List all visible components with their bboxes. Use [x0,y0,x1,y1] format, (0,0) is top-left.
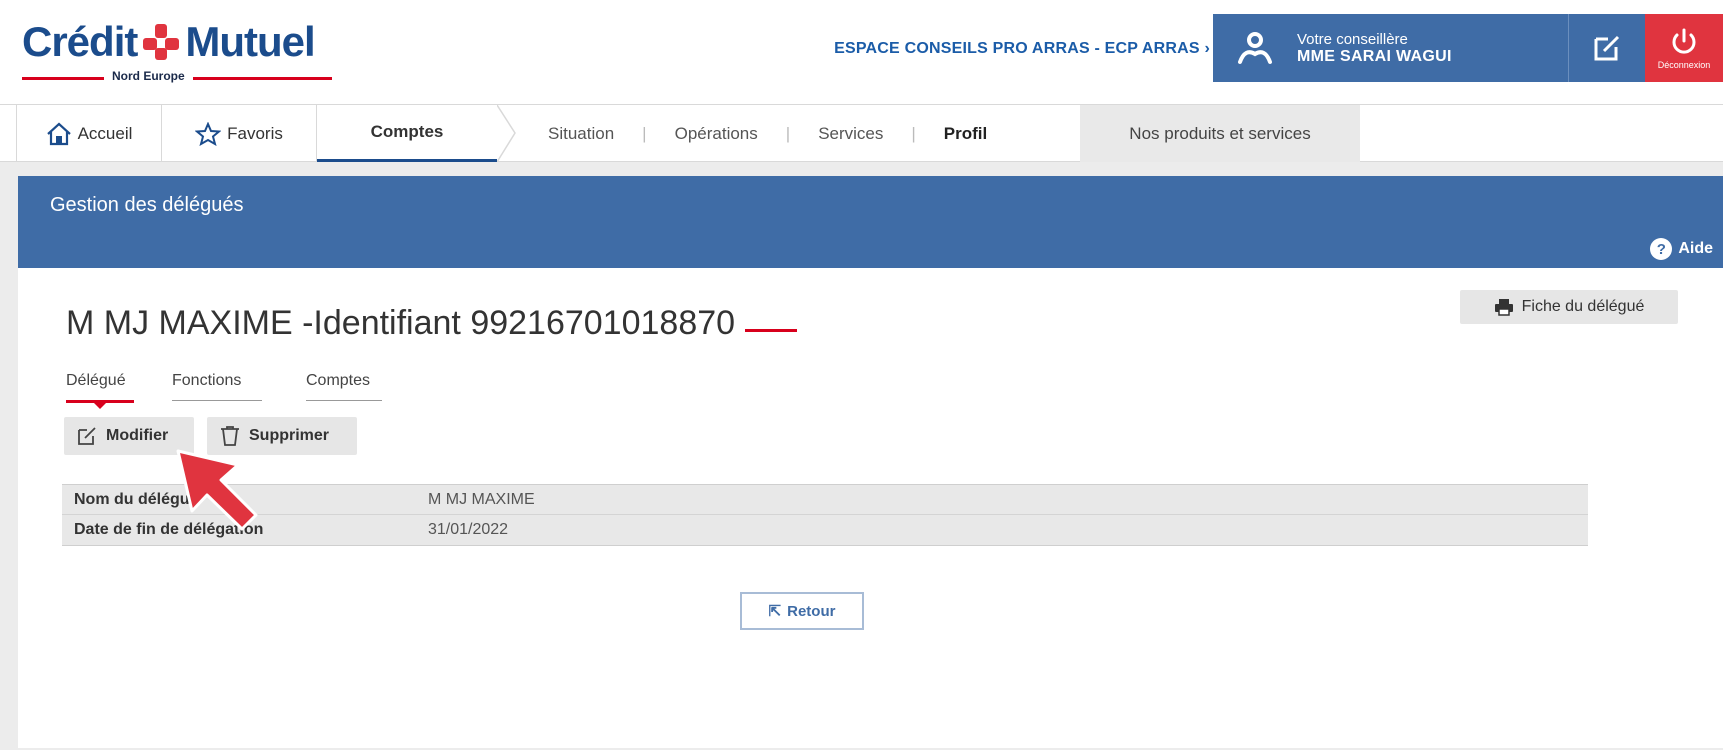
delegate-sheet-label: Fiche du délégué [1521,298,1645,315]
nav-products-services[interactable]: Nos produits et services [1080,105,1360,162]
help-link[interactable]: ? Aide [1650,238,1713,260]
table-row: Nom du délégué M MJ MAXIME [62,485,1588,515]
nav-home[interactable]: Accueil [16,105,162,162]
page-title: Gestion des délégués [50,194,244,216]
logout-label: Déconnexion [1657,60,1711,70]
logo-subtitle: Nord Europe [104,69,193,83]
delegate-heading: M MJ MAXIME -Identifiant 99216701018870 [66,304,798,343]
power-icon [1672,28,1696,54]
nav-favorites-label: Favoris [227,123,283,143]
advisor-panel[interactable]: Votre conseillère MME SARAI WAGUI [1213,14,1568,82]
subnav-services[interactable]: Services [818,124,883,144]
table-row: Date de fin de délégation 31/01/2022 [62,515,1588,545]
subnav-profile[interactable]: Profil [944,124,987,144]
help-label: Aide [1678,240,1713,257]
page-header-band: Gestion des délégués ? Aide [18,176,1723,268]
annotation-arrow-icon [176,449,258,531]
chevron-right-icon: › [1204,40,1210,57]
logo-flower-icon [143,24,180,60]
subnav-operations[interactable]: Opérations [675,124,758,144]
modify-label: Modifier [106,427,169,444]
agency-link-label: ESPACE CONSEILS PRO ARRAS - ECP ARRAS [834,40,1200,57]
logout-button[interactable]: Déconnexion [1645,14,1723,82]
logo-text-right: Mutuel [185,18,315,65]
subnav-situation[interactable]: Situation [548,124,614,144]
nav-arrow-separator [497,105,516,162]
delete-label: Supprimer [249,427,330,444]
delegate-sheet-button[interactable]: Fiche du délégué [1460,290,1678,324]
help-icon: ? [1650,238,1673,260]
nav-accounts[interactable]: Comptes [317,105,497,162]
back-label: Retour [787,602,836,620]
detail-value: 31/01/2022 [428,521,509,538]
header: Crédit Mutuel Nord Europe ESPACE CONSEIL… [0,0,1723,104]
title-accent-line [745,329,798,332]
nav-home-label: Accueil [77,123,133,143]
home-icon [46,122,71,145]
printer-icon [1494,299,1513,316]
message-button[interactable] [1568,14,1645,82]
edit-icon [1594,35,1620,61]
subnav-separator: | [642,123,647,143]
delegate-details-table: Nom du délégué M MJ MAXIME Date de fin d… [62,484,1588,546]
detail-value: M MJ MAXIME [428,490,535,508]
subnav-separator: | [911,123,916,143]
advisor-name: MME SARAI WAGUI [1297,48,1452,65]
back-arrow-icon: ⇱ [768,603,782,620]
active-tab-pointer [93,402,107,409]
tab-delegate[interactable]: Délégué [66,372,134,403]
advisor-label: Votre conseillère [1297,31,1408,48]
agency-link[interactable]: ESPACE CONSEILS PRO ARRAS - ECP ARRAS › [834,40,1210,58]
main-nav: Accueil Favoris Comptes Situation | Opér… [0,104,1723,162]
star-icon [195,121,222,146]
credit-mutuel-logo[interactable]: Crédit Mutuel Nord Europe [22,18,332,88]
advisor-icon [1238,32,1272,64]
back-button[interactable]: ⇱ Retour [740,592,864,630]
subnav-separator: | [785,123,791,143]
nav-favorites[interactable]: Favoris [162,105,317,162]
trash-icon [221,426,239,446]
modify-button[interactable]: Modifier [64,417,194,455]
delegate-heading-text: M MJ MAXIME -Identifiant 99216701018870 [66,304,736,342]
edit-icon [78,427,96,445]
tab-functions[interactable]: Fonctions [172,372,262,401]
tab-accounts[interactable]: Comptes [306,372,382,401]
accounts-subnav: Situation | Opérations | Services | Prof… [548,105,987,162]
logo-text-left: Crédit [22,18,138,65]
